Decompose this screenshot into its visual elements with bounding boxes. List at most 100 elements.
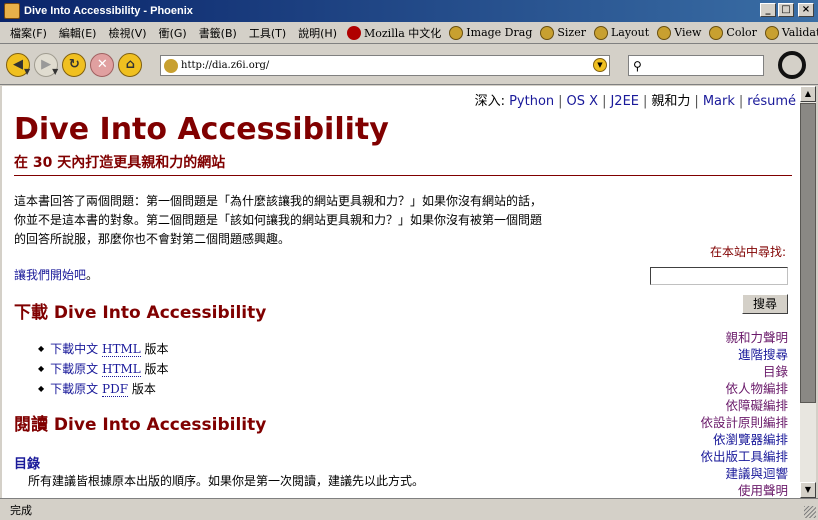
start-link[interactable]: 讓我們開始吧 <box>14 268 86 282</box>
maximize-button[interactable]: □ <box>778 3 794 17</box>
minimize-button[interactable]: _ <box>760 3 776 17</box>
list-item: 進階搜尋 <box>700 346 788 363</box>
stop-button[interactable]: ✕ <box>90 52 115 77</box>
ext-mozilla-chinese[interactable]: Mozilla 中文化 <box>343 25 445 41</box>
deep-nav-resume[interactable]: résumé <box>747 94 796 109</box>
forward-history-dropdown-icon[interactable]: ▼ <box>52 67 58 76</box>
site-search-input[interactable] <box>650 267 788 285</box>
ext-label: Mozilla 中文化 <box>364 26 442 40</box>
sidebar-link-by-person[interactable]: 依人物編排 <box>725 381 788 396</box>
url-input[interactable] <box>181 60 581 71</box>
back-history-dropdown-icon[interactable]: ▼ <box>24 67 30 76</box>
download-heading: 下載 Dive Into Accessibility <box>14 303 267 323</box>
sidebar-link-terms[interactable]: 使用聲明 <box>738 483 788 498</box>
menu-bookmarks[interactable]: 書籤(B) <box>193 25 243 41</box>
ext-label: Image Drag <box>466 26 533 39</box>
page-title: Dive Into Accessibility <box>14 112 389 147</box>
mozilla-icon <box>347 25 361 40</box>
ext-validate[interactable]: Validate <box>761 25 818 40</box>
divider: | <box>558 94 563 109</box>
sidebar-link-feedback[interactable]: 建議與迴響 <box>725 466 788 481</box>
arrow-down-icon: ▼ <box>804 485 812 494</box>
window-controls: _ □ × <box>760 3 814 17</box>
home-button[interactable]: ⌂ <box>118 52 143 77</box>
list-item: 下載中文 HTML 版本 <box>38 339 169 359</box>
start-link-punct: 。 <box>86 268 99 282</box>
deep-nav-python[interactable]: Python <box>509 94 554 109</box>
arrow-up-icon: ▲ <box>804 89 812 98</box>
title-divider <box>14 175 792 176</box>
title-bar: Dive Into Accessibility - Phoenix _ □ × <box>0 0 818 22</box>
ext-sizer[interactable]: Sizer <box>536 25 590 40</box>
extension-icon <box>593 25 608 40</box>
ext-color[interactable]: Color <box>705 25 760 40</box>
throbber-icon <box>778 51 806 79</box>
page-subtitle: 在 30 天內打造更具親和力的網站 <box>14 155 226 171</box>
menu-go[interactable]: 衝(G) <box>153 25 193 41</box>
ext-label: Color <box>726 26 757 39</box>
divider: | <box>643 94 648 109</box>
sidebar-link-advanced-search[interactable]: 進階搜尋 <box>738 347 788 362</box>
download-link[interactable]: 下載原文 HTML <box>50 362 141 377</box>
deep-nav-osx[interactable]: OS X <box>567 94 599 109</box>
site-search-label: 在本站中尋找: <box>709 245 786 259</box>
scroll-thumb[interactable] <box>800 103 816 403</box>
site-search-button[interactable]: 搜尋 <box>742 294 788 314</box>
read-heading: 閱讀 Dive Into Accessibility <box>14 415 267 435</box>
url-history-dropdown-icon[interactable]: ▼ <box>593 58 607 72</box>
page-proxy-icon <box>164 58 178 73</box>
navigation-toolbar: ◀ ▼ ▶ ▼ ↻ ✕ ⌂ ▼ ⚲ <box>0 45 818 85</box>
menu-file[interactable]: 檔案(F) <box>4 25 53 41</box>
extension-icon <box>449 25 464 40</box>
home-icon: ⌂ <box>125 57 135 72</box>
list-item: 依設計原則編排 <box>700 414 788 431</box>
reload-icon: ↻ <box>68 57 80 72</box>
list-item: 依瀏覽器編排 <box>700 431 788 448</box>
toc-heading-link[interactable]: 目錄 <box>14 453 40 472</box>
sidebar-link-by-disability[interactable]: 依障礙編排 <box>725 398 788 413</box>
deep-nav-mark[interactable]: Mark <box>703 94 735 109</box>
download-link[interactable]: 下載原文 PDF <box>50 382 129 397</box>
ext-label: Validate <box>781 26 818 39</box>
extension-icon <box>709 25 724 40</box>
sidebar-link-by-design-principle[interactable]: 依設計原則編排 <box>700 415 788 430</box>
download-link[interactable]: 下載中文 HTML <box>50 342 141 357</box>
sidebar-link-by-browser[interactable]: 依瀏覽器編排 <box>713 432 788 447</box>
menu-bar: 檔案(F) 編輯(E) 檢視(V) 衝(G) 書籤(B) 工具(T) 說明(H)… <box>0 22 818 44</box>
menu-edit[interactable]: 編輯(E) <box>53 25 103 41</box>
url-bar[interactable]: ▼ <box>160 55 610 76</box>
resize-grip-icon[interactable] <box>804 506 816 518</box>
intro-paragraph: 這本書回答了兩個問題：第一個問題是「為什麼該讓我的網站更具親和力？」如果你沒有網… <box>14 194 543 246</box>
menu-help[interactable]: 說明(H) <box>292 25 343 41</box>
menu-tools[interactable]: 工具(T) <box>243 25 292 41</box>
scroll-down-button[interactable]: ▼ <box>800 482 816 498</box>
stop-icon: ✕ <box>96 57 108 72</box>
status-text: 完成 <box>10 503 32 517</box>
list-item: 下載原文 HTML 版本 <box>38 359 169 379</box>
sidebar-link-accessibility-statement[interactable]: 親和力聲明 <box>725 330 788 345</box>
divider: | <box>602 94 607 109</box>
phoenix-app-icon <box>4 3 20 19</box>
extension-icon <box>540 25 555 40</box>
sidebar-link-toc[interactable]: 目錄 <box>763 364 788 379</box>
start-link-line: 讓我們開始吧。 <box>14 266 98 283</box>
close-button[interactable]: × <box>798 3 814 17</box>
list-item: 依障礙編排 <box>700 397 788 414</box>
format-abbr: HTML <box>102 342 141 357</box>
vertical-scrollbar[interactable]: ▲ ▼ <box>800 86 816 498</box>
search-box[interactable]: ⚲ <box>628 55 764 76</box>
download-suffix: 版本 <box>140 362 169 376</box>
download-suffix: 版本 <box>140 342 169 356</box>
format-abbr: PDF <box>102 382 129 397</box>
deep-nav-j2ee[interactable]: J2EE <box>610 94 639 109</box>
divider: | <box>694 94 699 109</box>
ext-image-drag[interactable]: Image Drag <box>445 25 536 40</box>
menu-view[interactable]: 檢視(V) <box>102 25 152 41</box>
reload-button[interactable]: ↻ <box>62 52 87 77</box>
ext-view[interactable]: View <box>653 25 705 40</box>
download-link-text: 下載中文 <box>50 342 99 356</box>
scroll-up-button[interactable]: ▲ <box>800 86 816 102</box>
sidebar-link-by-publishing-tool[interactable]: 依出版工具編排 <box>700 449 788 464</box>
ext-layout[interactable]: Layout <box>590 25 653 40</box>
sidebar-links: 親和力聲明 進階搜尋 目錄 依人物編排 依障礙編排 依設計原則編排 依瀏覽器編排… <box>700 329 788 498</box>
